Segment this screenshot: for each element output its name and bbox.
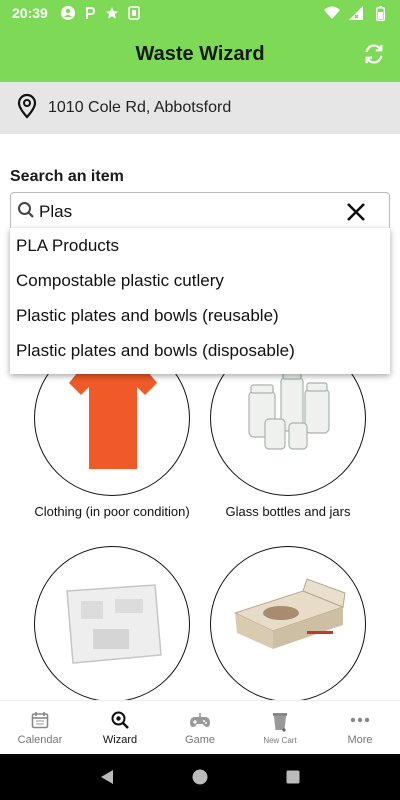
tab-label: Game [185,734,215,746]
item-grid: Clothing (in poor condition) Glass bottl… [0,340,400,702]
refresh-icon[interactable] [360,40,388,68]
location-pin-icon [16,93,38,124]
tab-label: New Cart [263,735,297,745]
more-icon [349,709,371,731]
item-label: Glass bottles and jars [225,504,351,519]
cart-icon [269,711,291,733]
pizza-box-image [233,578,346,649]
tab-wizard[interactable]: Wizard [80,701,160,754]
system-nav-bar [0,754,400,800]
search-box[interactable] [10,192,390,232]
search-input[interactable] [39,202,339,222]
search-icon [17,201,35,224]
signal-icon [348,5,364,21]
suggestion-item[interactable]: Plastic plates and bowls (disposable) [10,333,390,368]
tab-game[interactable]: Game [160,701,240,754]
status-bar: 20:39 [0,0,400,26]
tab-more[interactable]: More [320,701,400,754]
styrofoam-image [66,584,162,664]
item-card-pizza-box[interactable] [200,546,376,710]
item-image-frame [34,546,190,702]
tab-label: More [347,734,373,746]
tab-label: Wizard [102,734,138,746]
item-image-frame [210,546,366,702]
suggestion-item[interactable]: PLA Products [10,228,390,263]
search-label: Search an item [10,168,124,185]
app-title: Waste Wizard [135,42,265,65]
app-bar: Waste Wizard [0,26,400,82]
gamepad-icon [189,709,211,731]
back-icon[interactable] [95,765,119,789]
address-bar[interactable]: 1010 Cole Rd, Abbotsford [0,82,400,134]
tab-new-cart[interactable]: New Cart [240,701,320,754]
tab-label: Calendar [17,734,63,746]
wizard-icon [109,709,131,731]
clear-icon[interactable] [343,199,369,225]
battery-icon [372,5,388,21]
bottom-tab-bar: Calendar Wizard Game New Cart More [0,700,400,754]
status-time: 20:39 [12,5,48,21]
wifi-icon [324,5,340,21]
recents-icon[interactable] [281,765,305,789]
suggestion-item[interactable]: Plastic plates and bowls (reusable) [10,298,390,333]
item-card-styrofoam[interactable] [24,546,200,710]
address-text: 1010 Cole Rd, Abbotsford [48,99,232,116]
calendar-icon [29,709,51,731]
tab-calendar[interactable]: Calendar [0,701,80,754]
suggestion-item[interactable]: Compostable plastic cutlery [10,263,390,298]
home-icon[interactable] [188,765,212,789]
sim-icon [126,5,142,21]
suggestions-dropdown: PLA Products Compostable plastic cutlery… [10,228,390,374]
parking-icon [82,5,98,21]
item-label: Clothing (in poor condition) [34,504,190,519]
star-icon [104,5,120,21]
account-icon [60,5,76,21]
